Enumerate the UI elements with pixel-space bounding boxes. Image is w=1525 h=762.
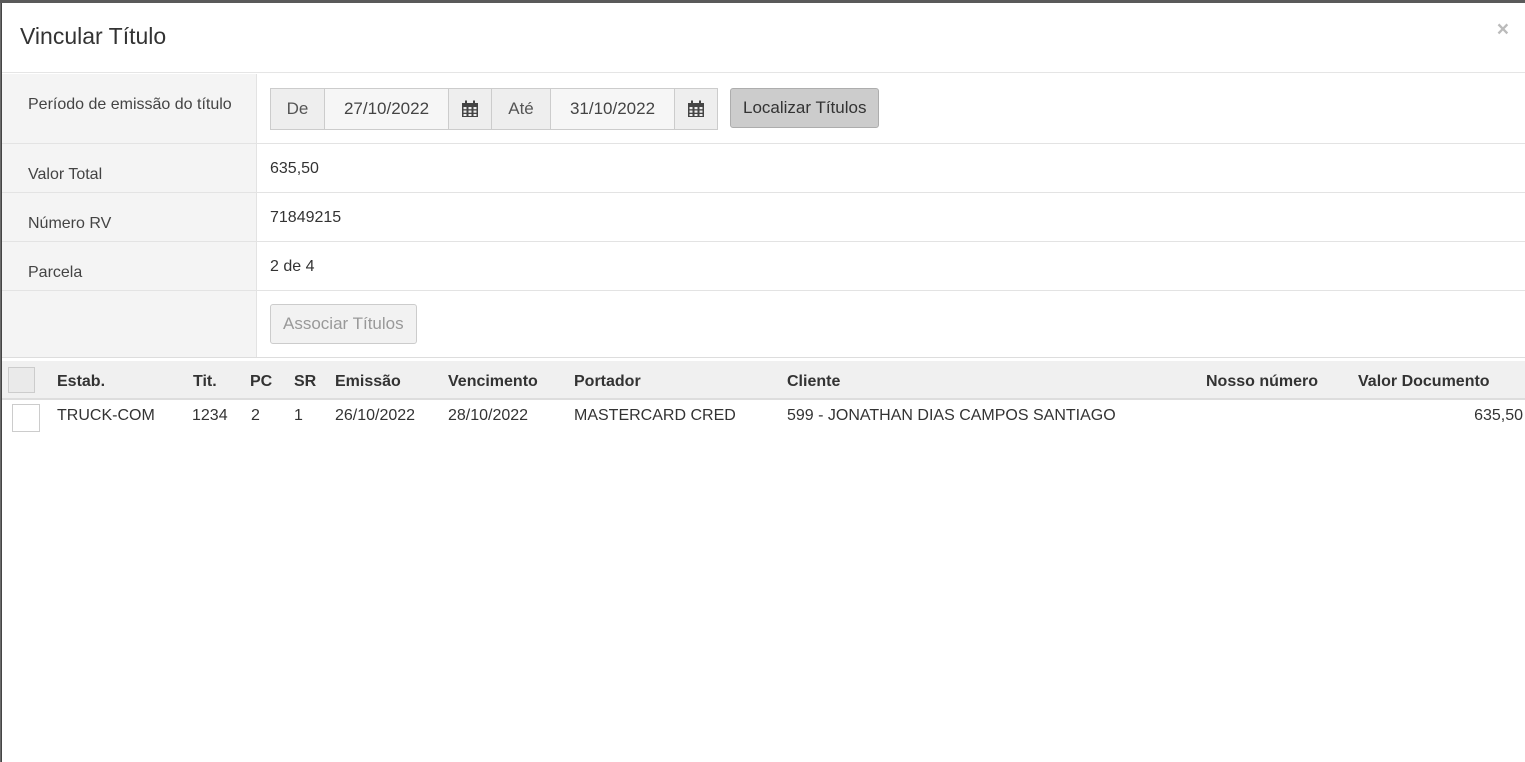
cell-emissao: 26/10/2022	[335, 407, 416, 424]
parcela-row: Parcela 2 de 4	[2, 242, 1525, 291]
calendar-icon	[462, 100, 478, 117]
periodo-label: Período de emissão do título	[2, 74, 257, 143]
select-all-checkbox[interactable]	[8, 367, 35, 393]
numero-rv-label: Número RV	[2, 193, 257, 241]
col-vencimento[interactable]: Vencimento	[448, 373, 538, 391]
col-cliente[interactable]: Cliente	[787, 373, 840, 391]
date-to-input[interactable]: 31/10/2022	[551, 88, 675, 130]
valor-total-row: Valor Total 635,50	[2, 144, 1525, 193]
ate-addon: Até	[492, 88, 551, 130]
parcela-value: 2 de 4	[270, 258, 315, 275]
de-addon: De	[270, 88, 325, 130]
col-sr[interactable]: SR	[294, 373, 316, 391]
numero-rv-row: Número RV 71849215	[2, 193, 1525, 242]
col-portador[interactable]: Portador	[574, 373, 641, 391]
table-row[interactable]: TRUCK-COM 1234 2 1 26/10/2022 28/10/2022…	[2, 400, 1525, 436]
cell-portador: MASTERCARD CRED	[574, 407, 736, 424]
col-nosso-numero[interactable]: Nosso número	[1206, 373, 1318, 391]
periodo-inputs: De 27/10/2022 Até 31/10/2022 Localizar T…	[257, 74, 1525, 143]
modal-title: Vincular Título	[20, 23, 167, 49]
col-tit[interactable]: Tit.	[193, 373, 217, 391]
calendar-icon	[688, 100, 704, 117]
periodo-row: Período de emissão do título De 27/10/20…	[2, 74, 1525, 144]
date-from-calendar-button[interactable]	[449, 88, 492, 130]
valor-total-value: 635,50	[270, 160, 319, 177]
localizar-titulos-button[interactable]: Localizar Títulos	[730, 88, 880, 128]
titulos-table: Estab. Tit. PC SR Emissão Vencimento Por…	[2, 361, 1525, 436]
col-estab[interactable]: Estab.	[57, 373, 105, 391]
date-to-calendar-button[interactable]	[675, 88, 718, 130]
associar-actions: Associar Títulos	[257, 291, 1525, 357]
associar-row: Associar Títulos	[2, 291, 1525, 358]
vincular-titulo-modal: Vincular Título × Período de emissão do …	[1, 3, 1525, 762]
modal-header: Vincular Título ×	[2, 3, 1525, 73]
cell-pc: 2	[251, 407, 260, 424]
parcela-label: Parcela	[2, 242, 257, 290]
valor-total-label: Valor Total	[2, 144, 257, 192]
cell-valor-documento: 635,50	[1474, 407, 1523, 424]
cell-estab: TRUCK-COM	[57, 407, 155, 424]
associar-titulos-button[interactable]: Associar Títulos	[270, 304, 417, 344]
numero-rv-value: 71849215	[270, 209, 342, 226]
col-pc[interactable]: PC	[250, 373, 272, 391]
table-header: Estab. Tit. PC SR Emissão Vencimento Por…	[2, 361, 1525, 400]
col-valor-documento[interactable]: Valor Documento	[1358, 373, 1490, 391]
cell-vencimento: 28/10/2022	[448, 407, 529, 424]
cell-tit: 1234	[192, 407, 228, 424]
row-checkbox[interactable]	[12, 404, 40, 432]
filter-form: Período de emissão do título De 27/10/20…	[2, 74, 1525, 358]
date-from-input[interactable]: 27/10/2022	[325, 88, 449, 130]
close-button[interactable]: ×	[1497, 19, 1509, 40]
col-emissao[interactable]: Emissão	[335, 373, 401, 391]
associar-label-empty	[2, 291, 257, 357]
cell-sr: 1	[294, 407, 303, 424]
cell-cliente: 599 - JONATHAN DIAS CAMPOS SANTIAGO	[787, 407, 1116, 424]
